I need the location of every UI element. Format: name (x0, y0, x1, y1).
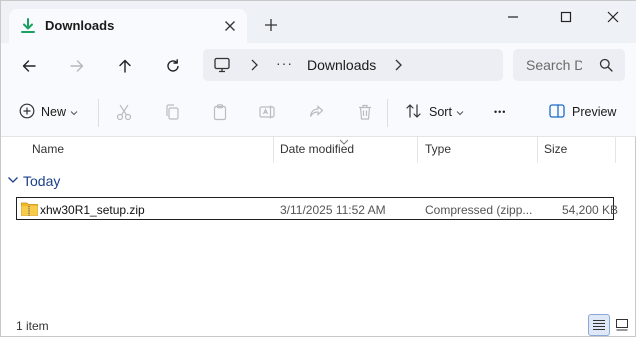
sort-arrows-icon (405, 102, 423, 123)
maximize-icon[interactable] (549, 5, 583, 29)
up-arrow-icon[interactable] (112, 53, 138, 79)
command-separator (387, 99, 388, 127)
tab-downloads[interactable]: Downloads (9, 9, 247, 43)
cut-icon[interactable] (115, 100, 133, 124)
chevron-down-icon[interactable] (7, 174, 19, 188)
new-button[interactable]: New (19, 100, 78, 124)
preview-pane-icon (548, 102, 566, 123)
file-explorer-window: Downloads ··· Downloads Search D New Sor… (0, 0, 636, 337)
chevron-right-icon[interactable] (249, 58, 259, 75)
rename-icon[interactable] (258, 100, 276, 124)
column-header-name[interactable]: Name (32, 142, 64, 156)
file-date-modified: 3/11/2025 11:52 AM (280, 203, 386, 217)
address-bar[interactable]: ··· Downloads (203, 49, 503, 81)
more-options-button[interactable]: ••• (494, 100, 506, 124)
chevron-right-icon[interactable] (393, 58, 403, 75)
command-bar: New Sort ••• Preview (1, 87, 636, 137)
share-icon[interactable] (307, 100, 325, 124)
search-box[interactable]: Search D (513, 49, 625, 81)
breadcrumb-downloads[interactable]: Downloads (307, 57, 376, 73)
chevron-down-icon (456, 105, 464, 119)
minimize-icon[interactable] (496, 5, 530, 29)
new-label: New (41, 105, 67, 119)
file-size: 54,200 KB (562, 203, 619, 217)
file-row[interactable]: xhw30R1_setup.zip 3/11/2025 11:52 AM Com… (16, 197, 618, 220)
preview-label: Preview (572, 105, 617, 119)
search-placeholder: Search D (526, 57, 582, 73)
preview-button[interactable]: Preview (548, 100, 616, 124)
column-header-row: Name Date modified Type Size (1, 137, 617, 163)
file-name: xhw30R1_setup.zip (40, 203, 145, 217)
file-type: Compressed (zipp... (425, 203, 533, 217)
close-window-icon[interactable] (596, 5, 630, 29)
column-header-size[interactable]: Size (544, 142, 567, 156)
breadcrumb-overflow[interactable]: ··· (276, 55, 293, 71)
refresh-icon[interactable] (160, 53, 186, 79)
navigation-bar: ··· Downloads Search D (1, 43, 636, 87)
tab-close-icon[interactable] (219, 15, 241, 37)
column-divider[interactable] (273, 137, 274, 163)
new-tab-plus-icon[interactable] (260, 14, 282, 36)
copy-icon[interactable] (163, 100, 181, 124)
column-divider[interactable] (615, 137, 616, 163)
column-header-date-modified[interactable]: Date modified (280, 142, 354, 156)
search-icon[interactable] (599, 58, 613, 75)
group-header-today[interactable]: Today (7, 171, 60, 191)
sort-button[interactable]: Sort (405, 100, 464, 124)
chevron-down-icon (70, 105, 78, 119)
this-pc-icon[interactable] (213, 56, 231, 77)
details-view-icon[interactable] (588, 314, 610, 336)
downloads-icon (19, 17, 37, 35)
add-circle-icon (19, 103, 35, 122)
command-separator (98, 99, 99, 127)
paste-icon[interactable] (211, 100, 229, 124)
column-header-type[interactable]: Type (425, 142, 451, 156)
sort-label: Sort (429, 105, 452, 119)
status-item-count: 1 item (16, 319, 49, 333)
column-divider[interactable] (537, 137, 538, 163)
zip-folder-icon (21, 201, 38, 219)
tab-title: Downloads (45, 18, 115, 33)
forward-arrow-icon[interactable] (64, 53, 90, 79)
delete-icon[interactable] (356, 100, 374, 124)
title-bar: Downloads (1, 1, 636, 43)
back-arrow-icon[interactable] (16, 53, 42, 79)
column-divider[interactable] (417, 137, 418, 163)
tiles-view-icon[interactable] (611, 314, 633, 336)
group-label: Today (23, 173, 61, 189)
